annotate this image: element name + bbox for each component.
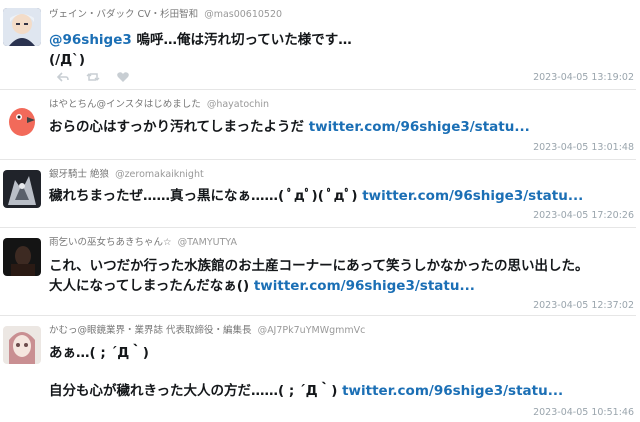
retweet-icon[interactable] [86, 69, 100, 83]
anime-character-avatar-icon [3, 8, 41, 46]
tweet-item: 銀牙騎士 絶狼 @zeromakaiknight 穢れちまったぜ……真っ黒になぁ… [0, 160, 636, 228]
avatar[interactable] [3, 100, 41, 138]
author-handle[interactable]: @TAMYUTYA [178, 237, 237, 248]
tweet-text-line: あぁ…( ; ´Д｀) [49, 345, 149, 361]
author-handle[interactable]: @mas00610520 [204, 9, 282, 20]
tweet-text-segment: 大人になってしまったんだなぁ() [49, 278, 254, 294]
tweet-timestamp[interactable]: 2023-04-05 10:51:46 [533, 407, 634, 418]
author-handle[interactable]: @AJ7Pk7uYMWgmmVc [258, 325, 366, 336]
dark-photo-avatar-icon [3, 238, 41, 276]
armored-knight-avatar-icon [3, 170, 41, 208]
status-link[interactable]: twitter.com/96shige3/statu... [362, 188, 583, 204]
avatar[interactable] [3, 8, 41, 46]
tweet-timestamp[interactable]: 2023-04-05 12:37:02 [533, 300, 634, 311]
like-icon[interactable] [116, 69, 130, 83]
avatar[interactable] [3, 326, 41, 364]
status-link[interactable]: twitter.com/96shige3/statu... [254, 278, 475, 294]
author-name[interactable]: はやとちん@インスタはじめました [49, 99, 201, 110]
tweet-item: はやとちん@インスタはじめました @hayatochin おらの心はすっかり汚れ… [0, 90, 636, 160]
status-link[interactable]: twitter.com/96shige3/statu... [342, 383, 563, 399]
tweet-timestamp[interactable]: 2023-04-05 13:01:48 [533, 142, 634, 153]
tweet-item: 雨乞いの巫女ちあきちゃん☆ @TAMYUTYA これ、いつだか行った水族館のお土… [0, 228, 636, 316]
tweet-text: おらの心はすっかり汚れてしまったようだ twitter.com/96shige3… [49, 117, 530, 137]
avatar[interactable] [3, 170, 41, 208]
tweet-header: 銀牙騎士 絶狼 @zeromakaiknight [49, 166, 204, 180]
tweet-text: @96shige3 嗚呼…俺は汚れ切っていた様です… (/Д`) [49, 30, 352, 70]
tweet-header: かむっ@眼鏡業界・業界誌 代表取締役・編集長 @AJ7Pk7uYMWgmmVc [49, 322, 365, 336]
tweet-header: ヴェイン・バダック CV・杉田智和 @mas00610520 [49, 6, 282, 20]
tweet-text-segment: おらの心はすっかり汚れてしまったようだ [49, 119, 309, 135]
tweet-header: はやとちん@インスタはじめました @hayatochin [49, 96, 269, 110]
tweet-item: かむっ@眼鏡業界・業界誌 代表取締役・編集長 @AJ7Pk7uYMWgmmVc … [0, 316, 636, 422]
tweet-text: あぁ…( ; ´Д｀) 自分も心が穢れきった大人の方だ……( ; ´Д｀) tw… [49, 344, 563, 401]
tweet-text-line: (/Д`) [49, 52, 86, 68]
tweet-actions [56, 69, 136, 83]
tweet-header: 雨乞いの巫女ちあきちゃん☆ @TAMYUTYA [49, 234, 237, 248]
tweet-text-line: これ、いつだか行った水族館のお土産コーナーにあって笑うしかなかったの思い出した。 [49, 258, 589, 274]
reply-icon[interactable] [56, 69, 70, 83]
author-name[interactable]: かむっ@眼鏡業界・業界誌 代表取締役・編集長 [49, 325, 252, 336]
tweet-text-segment: 嗚呼…俺は汚れ切っていた様です… [131, 32, 352, 48]
tweet-item: ヴェイン・バダック CV・杉田智和 @mas00610520 @96shige3… [0, 0, 636, 90]
status-link[interactable]: twitter.com/96shige3/statu... [309, 119, 530, 135]
tweet-text-segment: 自分も心が穢れきった大人の方だ……( ; ´Д｀) [49, 383, 343, 399]
tweet-text: 穢れちまったぜ……真っ黒になぁ……( ﾟдﾟ)( ﾟдﾟ) twitter.co… [49, 186, 583, 206]
tweet-timestamp[interactable]: 2023-04-05 17:20:26 [533, 210, 634, 221]
tweet-timestamp[interactable]: 2023-04-05 13:19:02 [533, 72, 634, 83]
avatar[interactable] [3, 238, 41, 276]
mention-link[interactable]: @96shige3 [49, 32, 132, 48]
tweet-feed: ヴェイン・バダック CV・杉田智和 @mas00610520 @96shige3… [0, 0, 640, 422]
author-name[interactable]: 雨乞いの巫女ちあきちゃん☆ [49, 237, 172, 248]
tweet-text: これ、いつだか行った水族館のお土産コーナーにあって笑うしかなかったの思い出した。… [49, 256, 588, 296]
author-handle[interactable]: @hayatochin [207, 99, 269, 110]
author-name[interactable]: 銀牙騎士 絶狼 [49, 169, 109, 180]
author-handle[interactable]: @zeromakaiknight [115, 169, 204, 180]
parrot-avatar-icon [3, 100, 41, 138]
author-name[interactable]: ヴェイン・バダック CV・杉田智和 [49, 9, 198, 20]
tweet-text-segment: 穢れちまったぜ……真っ黒になぁ……( ﾟдﾟ)( ﾟдﾟ) [49, 188, 363, 204]
doll-avatar-icon [3, 326, 41, 364]
